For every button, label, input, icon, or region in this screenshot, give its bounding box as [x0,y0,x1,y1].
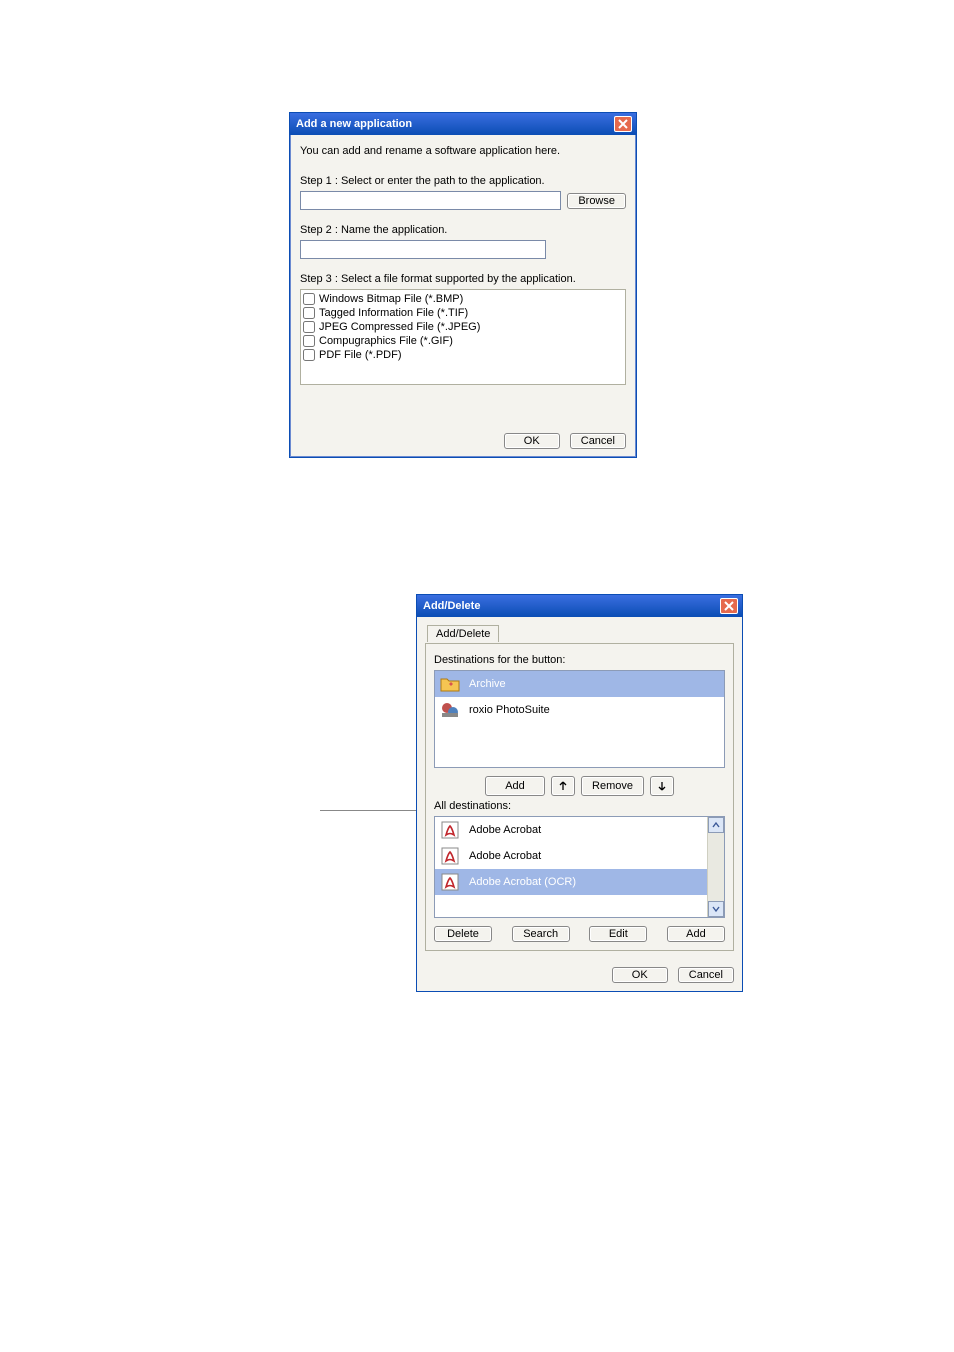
format-option[interactable]: JPEG Compressed File (*.JPEG) [303,320,623,334]
add-destination-button[interactable]: Add [485,776,545,796]
destinations-caption: Destinations for the button: [434,654,725,666]
tab-panel: Destinations for the button: Archive [425,643,734,951]
move-up-button[interactable] [551,776,575,796]
chevron-down-icon [712,905,720,913]
ok-button[interactable]: OK [612,967,668,983]
tab-add-delete[interactable]: Add/Delete [427,625,499,642]
file-formats-list: Windows Bitmap File (*.BMP) Tagged Infor… [300,289,626,385]
application-path-input[interactable] [300,191,561,210]
list-item[interactable]: Adobe Acrobat [435,843,724,869]
tab-strip: Add/Delete [425,623,734,644]
format-option[interactable]: Tagged Information File (*.TIF) [303,306,623,320]
cancel-button[interactable]: Cancel [570,433,626,449]
dialog-title: Add a new application [296,118,412,130]
add-application-dialog: Add a new application You can add and re… [289,112,637,458]
format-label: JPEG Compressed File (*.JPEG) [319,321,480,333]
format-option[interactable]: Compugraphics File (*.GIF) [303,334,623,348]
intro-text: You can add and rename a software applic… [300,145,626,157]
arrow-down-icon [657,781,667,791]
format-label: PDF File (*.PDF) [319,349,402,361]
add-delete-dialog: Add/Delete Add/Delete Destinations for t… [416,594,743,992]
format-checkbox[interactable] [303,293,315,305]
dialog-titlebar: Add/Delete [417,595,742,617]
list-item[interactable]: Archive [435,671,724,697]
format-checkbox[interactable] [303,321,315,333]
acrobat-icon [439,820,461,840]
destinations-list[interactable]: Archive roxio PhotoSuite [434,670,725,768]
list-item[interactable]: Adobe Acrobat [435,817,724,843]
format-checkbox[interactable] [303,335,315,347]
browse-button[interactable]: Browse [567,193,626,209]
scroll-up-button[interactable] [708,817,724,833]
step1-label: Step 1 : Select or enter the path to the… [300,175,626,187]
scroll-down-button[interactable] [708,901,724,917]
list-item-label: Adobe Acrobat [469,850,541,862]
format-label: Tagged Information File (*.TIF) [319,307,468,319]
app-icon [439,700,461,720]
list-item-label: Adobe Acrobat [469,824,541,836]
format-checkbox[interactable] [303,349,315,361]
format-checkbox[interactable] [303,307,315,319]
search-button[interactable]: Search [512,926,570,942]
chevron-up-icon [712,821,720,829]
remove-destination-button[interactable]: Remove [581,776,644,796]
cancel-button[interactable]: Cancel [678,967,734,983]
application-name-input[interactable] [300,240,546,259]
scrollbar[interactable] [707,817,724,917]
ok-button[interactable]: OK [504,433,560,449]
edit-button[interactable]: Edit [589,926,647,942]
format-option[interactable]: Windows Bitmap File (*.BMP) [303,292,623,306]
acrobat-icon [439,846,461,866]
close-icon [724,601,734,611]
list-item[interactable]: roxio PhotoSuite [435,697,724,723]
list-item-label: Archive [469,678,506,690]
close-button[interactable] [720,598,738,614]
arrow-up-icon [558,781,568,791]
close-button[interactable] [614,116,632,132]
decorative-line [320,810,416,811]
step2-label: Step 2 : Name the application. [300,224,626,236]
delete-button[interactable]: Delete [434,926,492,942]
step3-label: Step 3 : Select a file format supported … [300,273,626,285]
list-item[interactable]: Adobe Acrobat (OCR) [435,869,724,895]
all-destinations-caption: All destinations: [434,800,725,812]
dialog-title: Add/Delete [423,600,480,612]
list-item-label: roxio PhotoSuite [469,704,550,716]
folder-icon [439,674,461,694]
close-icon [618,119,628,129]
format-label: Compugraphics File (*.GIF) [319,335,453,347]
format-option[interactable]: PDF File (*.PDF) [303,348,623,362]
move-down-button[interactable] [650,776,674,796]
format-label: Windows Bitmap File (*.BMP) [319,293,463,305]
dialog-titlebar: Add a new application [290,113,636,135]
acrobat-icon [439,872,461,892]
list-item-label: Adobe Acrobat (OCR) [469,876,576,888]
add-button[interactable]: Add [667,926,725,942]
all-destinations-list[interactable]: Adobe Acrobat Adobe Acrobat Adobe Acroba… [434,816,725,918]
